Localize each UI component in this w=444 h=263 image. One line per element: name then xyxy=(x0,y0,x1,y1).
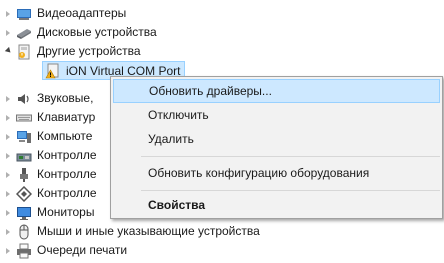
expand-arrow-icon[interactable] xyxy=(3,127,13,146)
expand-arrow-icon[interactable] xyxy=(3,146,13,165)
storage-controller-icon xyxy=(16,148,32,164)
tree-item-label: Компьюте xyxy=(37,129,93,143)
expand-arrow-icon[interactable] xyxy=(3,241,13,260)
context-menu: Обновить драйверы... Отключить Удалить О… xyxy=(110,76,443,219)
expand-arrow-icon[interactable] xyxy=(3,222,13,241)
tree-item-label: Видеоадаптеры xyxy=(37,6,127,20)
display-adapter-icon xyxy=(16,6,32,22)
tree-item-disk-drives[interactable]: Дисковые устройства xyxy=(0,23,157,42)
menu-item-disable[interactable]: Отключить xyxy=(113,103,440,127)
tree-item-label: Мыши и иные указывающие устройства xyxy=(37,224,260,238)
collapse-arrow-icon[interactable] xyxy=(3,42,13,61)
menu-item-scan-hardware-changes[interactable]: Обновить конфигурацию оборудования xyxy=(113,161,440,185)
expand-arrow-icon[interactable] xyxy=(3,184,13,203)
menu-item-update-drivers[interactable]: Обновить драйверы... xyxy=(113,79,440,103)
tree-item-label: Контролле xyxy=(37,186,97,200)
computer-icon xyxy=(16,129,32,145)
tree-item-usb-controllers[interactable]: Контролле xyxy=(0,165,97,184)
keyboard-icon xyxy=(16,110,32,126)
tree-item-network-controllers[interactable]: Контролле xyxy=(0,184,97,203)
tree-item-mice[interactable]: Мыши и иные указывающие устройства xyxy=(0,222,260,241)
tree-item-print-queues[interactable]: Очереди печати xyxy=(0,241,127,260)
expand-arrow-icon[interactable] xyxy=(3,4,13,23)
tree-item-label: Клавиатур xyxy=(37,110,96,124)
tree-item-display-adapters[interactable]: Видеоадаптеры xyxy=(0,4,126,23)
tree-item-label: Контролле xyxy=(37,167,97,181)
other-devices-icon xyxy=(16,44,32,60)
tree-item-label: Очереди печати xyxy=(37,243,128,257)
tree-item-computer[interactable]: Компьюте xyxy=(0,127,92,146)
tree-item-label: Звуковые, xyxy=(37,91,94,105)
disk-drive-icon xyxy=(16,25,32,41)
expand-arrow-icon[interactable] xyxy=(3,23,13,42)
tree-item-storage-controllers[interactable]: Контролле xyxy=(0,146,97,165)
printer-icon xyxy=(16,243,32,259)
expand-arrow-icon[interactable] xyxy=(3,203,13,222)
expand-arrow-icon[interactable] xyxy=(3,165,13,184)
menu-separator xyxy=(141,190,440,191)
menu-item-properties[interactable]: Свойства xyxy=(113,193,440,217)
tree-item-label: Контролле xyxy=(37,148,97,162)
tree-item-sound[interactable]: Звуковые, xyxy=(0,89,93,108)
tree-item-monitors[interactable]: Мониторы xyxy=(0,203,94,222)
tree-item-label: Мониторы xyxy=(37,205,95,219)
tree-item-label: Дисковые устройства xyxy=(37,25,157,39)
unknown-device-warning-icon xyxy=(45,63,61,79)
network-controller-icon xyxy=(16,185,32,202)
monitor-icon xyxy=(16,205,32,221)
menu-separator xyxy=(141,156,440,157)
expand-arrow-icon[interactable] xyxy=(3,108,13,127)
menu-item-uninstall[interactable]: Удалить xyxy=(113,127,440,151)
tree-item-other-devices[interactable]: Другие устройства xyxy=(0,42,141,61)
mouse-icon xyxy=(16,224,32,240)
sound-icon xyxy=(16,91,32,107)
usb-controller-icon xyxy=(16,167,32,183)
tree-item-label: Другие устройства xyxy=(37,44,141,58)
expand-arrow-icon[interactable] xyxy=(3,89,13,108)
tree-item-keyboards[interactable]: Клавиатур xyxy=(0,108,95,127)
